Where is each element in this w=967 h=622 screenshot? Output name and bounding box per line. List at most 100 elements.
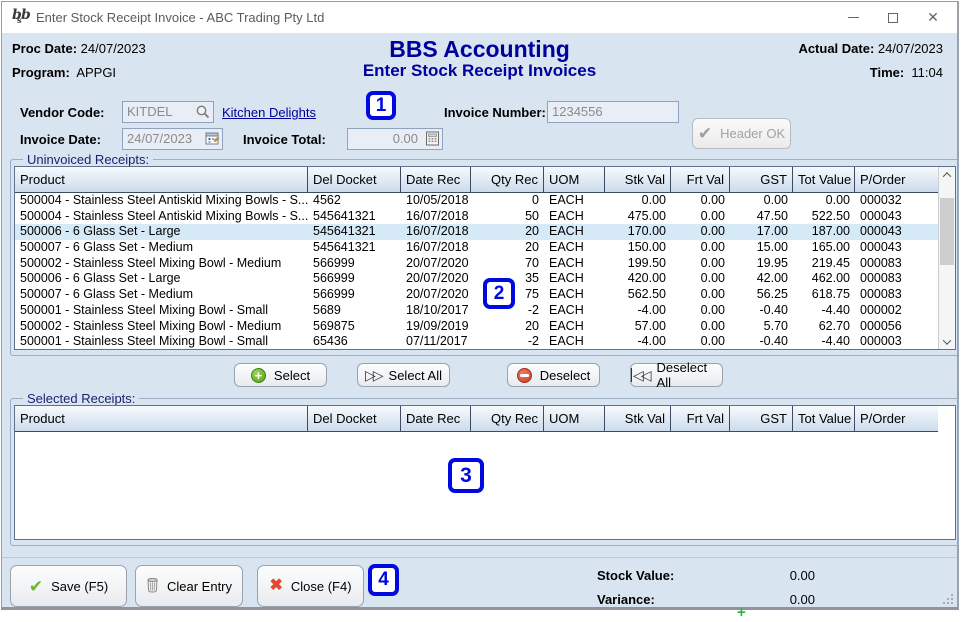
table-cell: 000003 [855, 334, 939, 350]
bin-icon [146, 577, 159, 596]
select-button[interactable]: + Select [234, 363, 327, 387]
table-cell: -4.40 [793, 303, 855, 319]
table-cell: 0.00 [671, 319, 730, 335]
variance-label: Variance: [597, 592, 655, 607]
column-header: Frt Val [671, 167, 730, 192]
vendor-name-link[interactable]: Kitchen Delights [222, 105, 316, 120]
column-header: Qty Rec [471, 406, 544, 431]
app-window: bsb Enter Stock Receipt Invoice - ABC Tr… [1, 1, 959, 610]
table-cell: 50 [471, 209, 544, 225]
column-header: P/Order [855, 406, 939, 431]
table-cell: 475.00 [605, 209, 671, 225]
close-window-button[interactable]: ✕ [913, 2, 953, 33]
column-header: Stk Val [605, 406, 671, 431]
table-cell: 5689 [308, 303, 401, 319]
table-cell: 0.00 [671, 256, 730, 272]
column-header: Product [15, 167, 308, 192]
vendor-code-field[interactable]: KITDEL [122, 101, 214, 123]
table-cell: EACH [544, 334, 605, 350]
table-cell: 20/07/2020 [401, 256, 471, 272]
scrollbar-thumb[interactable] [940, 198, 954, 265]
resize-grip[interactable] [942, 593, 953, 604]
table-cell: 500004 - Stainless Steel Antiskid Mixing… [15, 209, 308, 225]
table-cell: 65436 [308, 334, 401, 350]
uninvoiced-table-body: 500004 - Stainless Steel Antiskid Mixing… [15, 193, 955, 350]
table-cell: 562.50 [605, 287, 671, 303]
table-cell: -4.00 [605, 334, 671, 350]
calculator-icon[interactable] [425, 131, 440, 152]
table-cell: EACH [544, 209, 605, 225]
table-cell: 500006 - 6 Glass Set - Large [15, 271, 308, 287]
table-cell: 5.70 [730, 319, 793, 335]
header-ok-button[interactable]: ✔ Header OK [692, 118, 791, 149]
deselect-button[interactable]: Deselect [507, 363, 600, 387]
minimize-button[interactable] [833, 2, 873, 33]
column-header: Del Docket [308, 406, 401, 431]
table-cell: 19/09/2019 [401, 319, 471, 335]
double-left-chevron-icon: ◁◁ [631, 368, 649, 382]
table-cell: 150.00 [605, 240, 671, 256]
invoice-date-field[interactable]: 24/07/2023 [122, 128, 223, 150]
table-cell: 000083 [855, 271, 939, 287]
column-header: Stk Val [605, 167, 671, 192]
table-cell: 000083 [855, 287, 939, 303]
app-title: BBS Accounting [2, 36, 957, 63]
select-all-button[interactable]: ▷▷ Select All [357, 363, 450, 387]
vertical-scrollbar[interactable] [938, 167, 955, 349]
column-header: Tot Value [793, 167, 855, 192]
uninvoiced-table-header: ProductDel DocketDate RecQty RecUOMStk V… [15, 167, 955, 193]
table-cell: -4.40 [793, 334, 855, 350]
uninvoiced-row[interactable]: 500006 - 6 Glass Set - Large54564132116/… [15, 224, 955, 240]
uninvoiced-row[interactable]: 500001 - Stainless Steel Mixing Bowl - S… [15, 334, 955, 350]
table-cell: 20 [471, 240, 544, 256]
column-header: UOM [544, 406, 605, 431]
table-cell: -4.00 [605, 303, 671, 319]
column-header: UOM [544, 167, 605, 192]
table-cell: 0.00 [671, 209, 730, 225]
search-icon[interactable] [195, 104, 211, 126]
invoice-total-field[interactable]: 0.00 [347, 128, 443, 150]
uninvoiced-row[interactable]: 500004 - Stainless Steel Antiskid Mixing… [15, 209, 955, 225]
deselect-all-button[interactable]: ◁◁ Deselect All [630, 363, 723, 387]
column-header: GST [730, 167, 793, 192]
table-cell: 42.00 [730, 271, 793, 287]
table-cell: 618.75 [793, 287, 855, 303]
clear-entry-button[interactable]: Clear Entry [135, 565, 243, 607]
stock-value-label: Stock Value: [597, 568, 674, 583]
table-cell: 62.70 [793, 319, 855, 335]
table-cell: EACH [544, 271, 605, 287]
footer-divider [2, 557, 957, 558]
table-cell: 0.00 [793, 193, 855, 209]
annotation-marker-2: 2 [483, 278, 515, 309]
uninvoiced-row[interactable]: 500002 - Stainless Steel Mixing Bowl - M… [15, 256, 955, 272]
uninvoiced-row[interactable]: 500004 - Stainless Steel Antiskid Mixing… [15, 193, 955, 209]
calendar-icon[interactable] [205, 131, 220, 152]
double-right-chevron-icon: ▷▷ [365, 368, 381, 382]
green-plus-icon: + [737, 604, 746, 621]
variance-value: 0.00 [742, 592, 815, 607]
annotation-marker-4: 4 [368, 564, 399, 596]
table-cell: EACH [544, 303, 605, 319]
table-cell: 0.00 [671, 224, 730, 240]
table-cell: 545641321 [308, 209, 401, 225]
uninvoiced-row[interactable]: 500007 - 6 Glass Set - Medium54564132116… [15, 240, 955, 256]
table-cell: EACH [544, 224, 605, 240]
close-button[interactable]: ✖ Close (F4) [257, 565, 364, 607]
table-cell: 0 [471, 193, 544, 209]
table-cell: EACH [544, 287, 605, 303]
maximize-button[interactable] [873, 2, 913, 33]
table-cell: 566999 [308, 287, 401, 303]
table-cell: 0.00 [730, 193, 793, 209]
scroll-down-icon[interactable] [939, 334, 955, 349]
table-cell: 56.25 [730, 287, 793, 303]
table-cell: 0.00 [671, 193, 730, 209]
save-button[interactable]: ✔ Save (F5) [10, 565, 127, 607]
table-cell: 0.00 [605, 193, 671, 209]
table-cell: 500007 - 6 Glass Set - Medium [15, 240, 308, 256]
table-cell: 0.00 [671, 240, 730, 256]
invoice-number-field[interactable]: 1234556 [547, 101, 679, 123]
table-cell: 000032 [855, 193, 939, 209]
uninvoiced-row[interactable]: 500002 - Stainless Steel Mixing Bowl - M… [15, 319, 955, 335]
scroll-up-icon[interactable] [939, 167, 955, 182]
table-cell: 199.50 [605, 256, 671, 272]
